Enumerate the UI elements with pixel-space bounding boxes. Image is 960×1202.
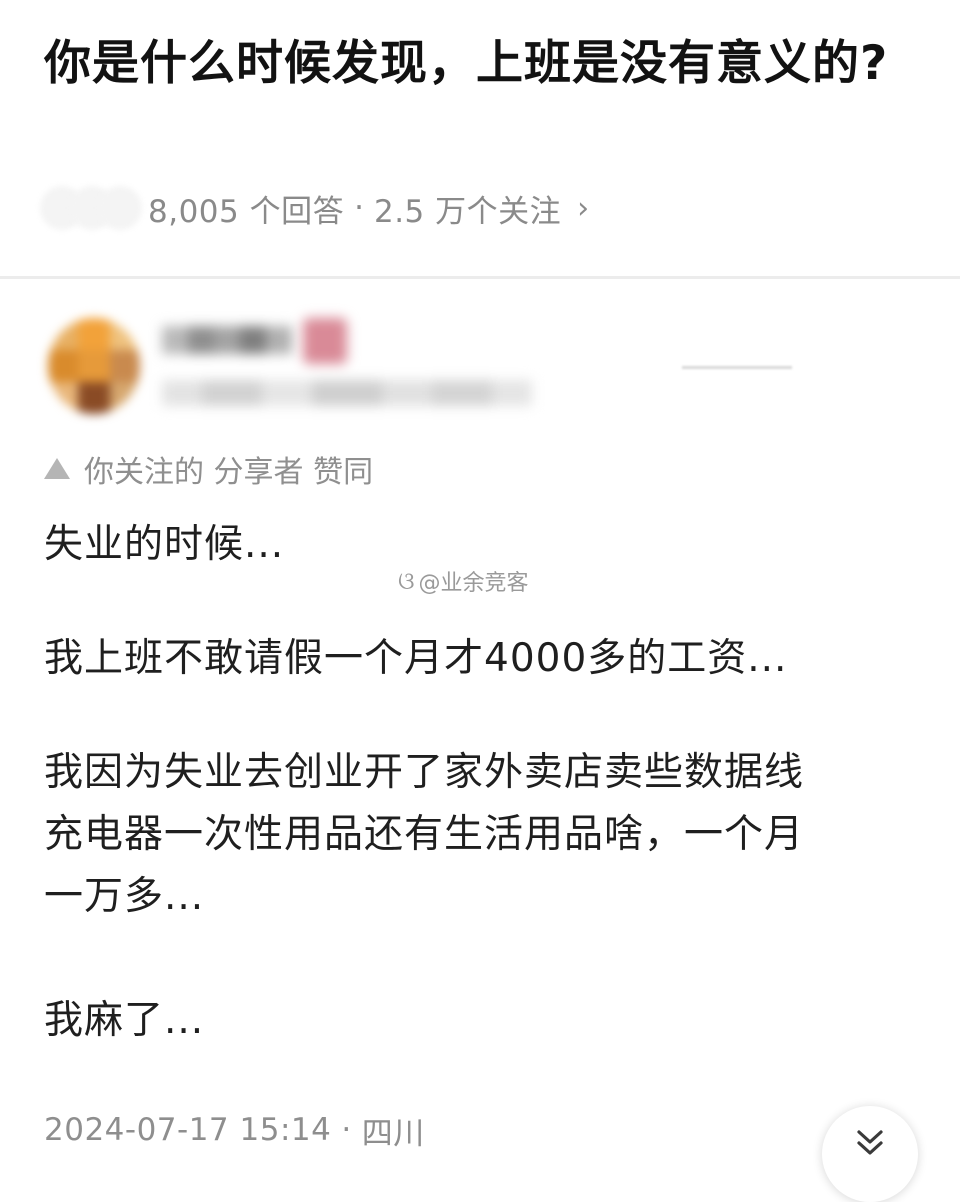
follower-avatars xyxy=(40,182,142,234)
answer-author xyxy=(0,296,960,436)
answer-meta: 2024-07-17 15:14 · 四川 xyxy=(44,1108,425,1152)
question-title[interactable]: 你是什么时候发现，上班是没有意义的? xyxy=(44,28,914,100)
upvote-note-text: 你关注的 分享者 赞同 xyxy=(84,455,374,490)
answer-paragraph-3-line-2: 充电器一次性用品还有生活用品啥，一个月 xyxy=(44,812,805,857)
upvote-note: 你关注的 分享者 赞同 xyxy=(44,448,373,490)
answers-count: 8,005 个回答 xyxy=(148,193,345,230)
author-badge-icon xyxy=(303,318,347,364)
answer-paragraph-4: 我麻了... xyxy=(44,998,205,1043)
chevron-right-icon: › xyxy=(577,190,590,226)
answer-paragraph-3-line-1: 我因为失业去创业开了家外卖店卖些数据线 xyxy=(44,750,805,795)
follow-button-label-redacted xyxy=(682,366,792,369)
meta-separator: · xyxy=(341,1112,352,1148)
answer-paragraph-2: 我上班不敢请假一个月才4000多的工资... xyxy=(44,636,788,681)
avatar[interactable] xyxy=(48,318,140,414)
follower-avatar xyxy=(98,186,142,230)
author-bio-redacted xyxy=(162,374,532,414)
weibo-icon: ଓ xyxy=(398,567,415,595)
section-divider xyxy=(0,276,960,279)
question-header: 你是什么时候发现，上班是没有意义的? 8,005 个回答 · 2.5 万个关注 … xyxy=(0,0,960,276)
answer-paragraph-3-line-3: 一万多... xyxy=(44,874,205,919)
watermark-text: @业余竞客 xyxy=(418,571,529,596)
answer-location: 四川 xyxy=(361,1115,425,1152)
stats-separator: · xyxy=(354,190,364,226)
followers-count: 2.5 万个关注 xyxy=(373,193,562,230)
author-name-redacted[interactable] xyxy=(162,322,292,356)
upvote-triangle-icon xyxy=(44,457,70,479)
double-chevron-down-icon xyxy=(857,1130,883,1155)
watermark: ଓ @业余竞客 xyxy=(398,563,529,599)
answer-date: 2024-07-17 15:14 xyxy=(44,1112,332,1148)
expand-button[interactable] xyxy=(822,1106,918,1202)
follow-button[interactable] xyxy=(608,318,938,418)
question-stats[interactable]: 8,005 个回答 · 2.5 万个关注 › xyxy=(40,178,589,238)
